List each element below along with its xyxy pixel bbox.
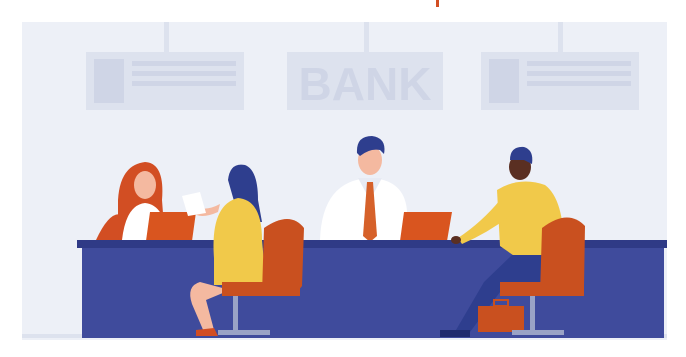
top-marker	[436, 0, 439, 7]
briefcase	[478, 306, 524, 332]
bank-sign: BANK	[287, 52, 443, 110]
laptop-middle	[400, 212, 452, 241]
bank-sign-text: BANK	[299, 58, 432, 110]
bank-illustration: BANK	[0, 0, 686, 357]
laptop-left	[146, 212, 196, 241]
bank-scene-svg: BANK	[0, 0, 686, 357]
left-sign	[86, 52, 244, 110]
right-sign	[481, 52, 639, 110]
